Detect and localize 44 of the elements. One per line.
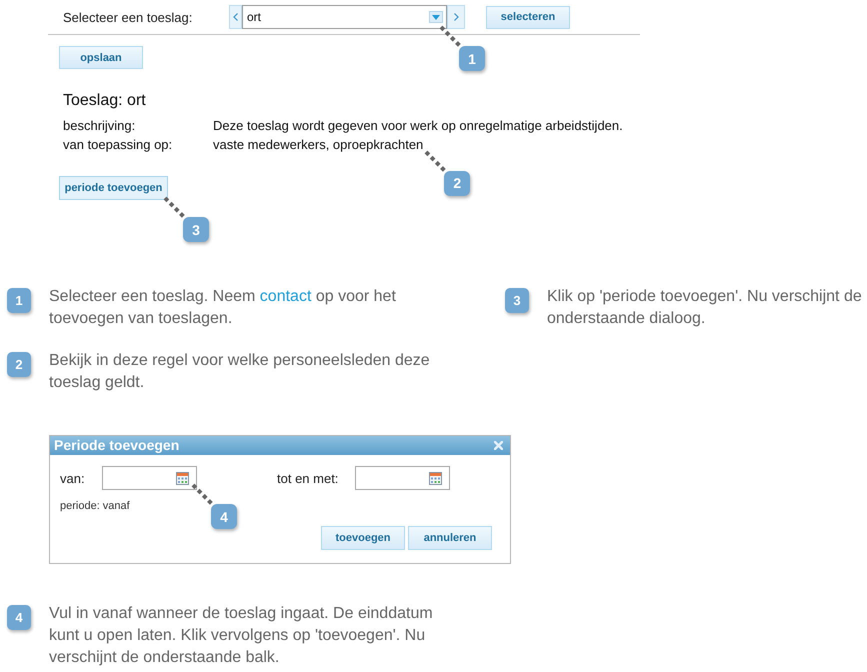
calendar-icon[interactable] [176, 472, 189, 484]
step-number-badge: 2 [7, 352, 31, 377]
save-button[interactable]: opslaan [59, 46, 143, 69]
step-text: Bekijk in deze regel voor welke personeelsleden deze toeslag geldt. [49, 351, 431, 393]
step-text: Klik op 'periode toevoegen'. Nu verschijnt de onderstaande dialoog. [547, 287, 863, 329]
select-button[interactable]: selecteren [486, 6, 570, 28]
detail-value: Deze toeslag wordt gegeven voor werk op onregelmatige arbeidstijden. [213, 118, 623, 133]
callout-badge: 1 [459, 46, 485, 71]
dialog-button[interactable]: toevoegen [321, 526, 405, 550]
step-text: Selecteer een toeslag. Neem contact op voor het toevoegen van toeslagen. [49, 287, 397, 329]
callout-badge: 4 [211, 504, 237, 529]
callout-badge: 3 [183, 217, 209, 242]
previous-button[interactable] [229, 5, 242, 29]
close-icon[interactable] [494, 441, 503, 450]
select-field[interactable]: ort [242, 5, 447, 29]
dropdown-button[interactable] [429, 11, 443, 23]
step-number-badge: 1 [7, 288, 31, 313]
next-button[interactable] [447, 5, 465, 29]
section-heading: Toeslag: ort [63, 91, 147, 111]
chevron-right-icon [454, 13, 458, 21]
period-note: periode: vanaf [60, 499, 131, 513]
leader-line [424, 150, 448, 174]
detail-value: vaste medewerkers, oproepkrachten [213, 137, 424, 152]
leader-line [164, 196, 186, 220]
leader-line [192, 484, 214, 506]
dialog-title: Periode toevoegen [54, 436, 180, 455]
field-label: tot en met: [277, 470, 340, 486]
date-field[interactable] [102, 466, 197, 490]
step-number-badge: 4 [7, 605, 31, 630]
detail-label: beschrijving: [63, 117, 136, 135]
detail-label: van toepassing op: [63, 136, 174, 154]
calendar-icon[interactable] [429, 472, 442, 484]
caret-down-icon [432, 14, 440, 20]
text-link[interactable]: contact [260, 288, 312, 305]
field-label: van: [60, 470, 86, 486]
add-period-button[interactable]: periode toevoegen [59, 176, 168, 200]
dialog-button[interactable]: annuleren [408, 526, 492, 550]
callout-badge: 2 [444, 171, 470, 196]
chevron-left-icon [233, 13, 238, 21]
step-text: Vul in vanaf wanneer de toeslag ingaat. De einddatum kunt u open laten. Klik vervolgens op 'toevoegen'. Nu verschijnt de onderstaande balk. [49, 604, 434, 668]
leader-line [440, 26, 462, 48]
date-field[interactable] [355, 466, 450, 490]
field-label: Selecteer een toeslag: [62, 10, 194, 24]
step-number-badge: 3 [505, 288, 529, 313]
